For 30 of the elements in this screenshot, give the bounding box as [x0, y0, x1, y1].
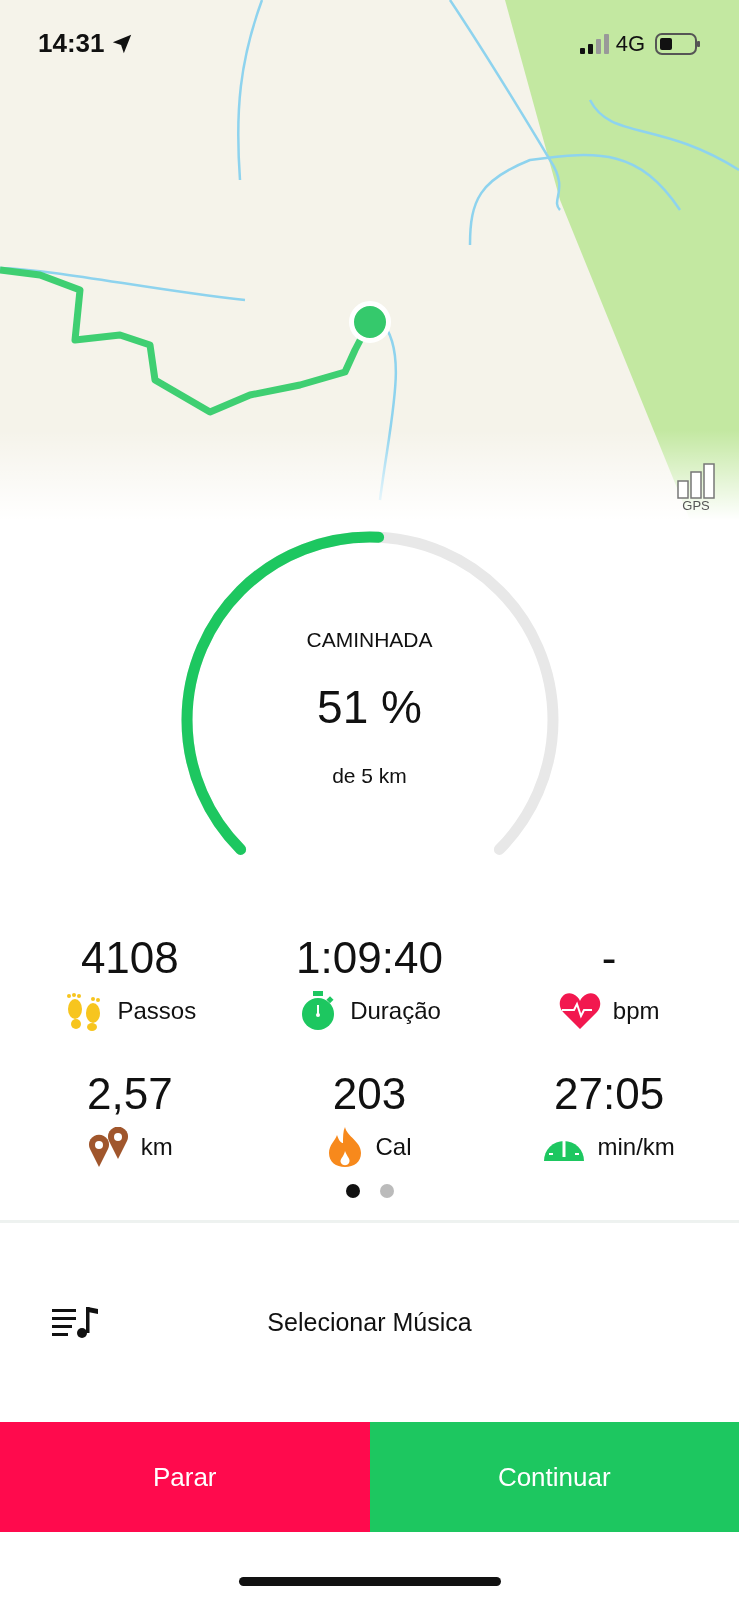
signal-icon [579, 33, 610, 54]
select-music-link[interactable]: Selecionar Música [267, 1308, 472, 1337]
playlist-icon[interactable] [52, 1304, 100, 1341]
heart-rate-icon [558, 992, 601, 1030]
clock: 14:31 [38, 28, 105, 59]
stat-label: Passos [117, 997, 197, 1025]
stat-value: 203 [332, 1068, 407, 1120]
stat-label: bpm [612, 997, 660, 1025]
goal-percent: 51 % [317, 680, 422, 734]
stat-value: 2,57 [87, 1068, 173, 1120]
gps-label: GPS [682, 499, 710, 512]
stat-value: 27:05 [554, 1068, 665, 1120]
stat-label: km [140, 1133, 173, 1161]
page-dot[interactable] [345, 1184, 360, 1198]
gps-signal-icon [677, 463, 715, 499]
goal-target: de 5 km [332, 764, 407, 788]
battery-icon [655, 32, 701, 55]
stat-label: min/km [597, 1133, 675, 1161]
action-button[interactable]: Continuar [369, 1422, 739, 1532]
stat-label: Duração [350, 997, 441, 1025]
activity-type: CAMINHADA [306, 628, 433, 652]
network-type: 4G [615, 30, 645, 57]
stat-value: 4108 [80, 932, 179, 984]
stat-value: - [601, 932, 617, 984]
page-dot[interactable] [379, 1184, 394, 1198]
stat-value: 1:09:40 [296, 932, 443, 984]
action-button[interactable]: Parar [0, 1422, 370, 1532]
stat-label: Cal [375, 1133, 412, 1161]
location-pins-icon [86, 1127, 129, 1167]
flame-icon [327, 1127, 364, 1167]
